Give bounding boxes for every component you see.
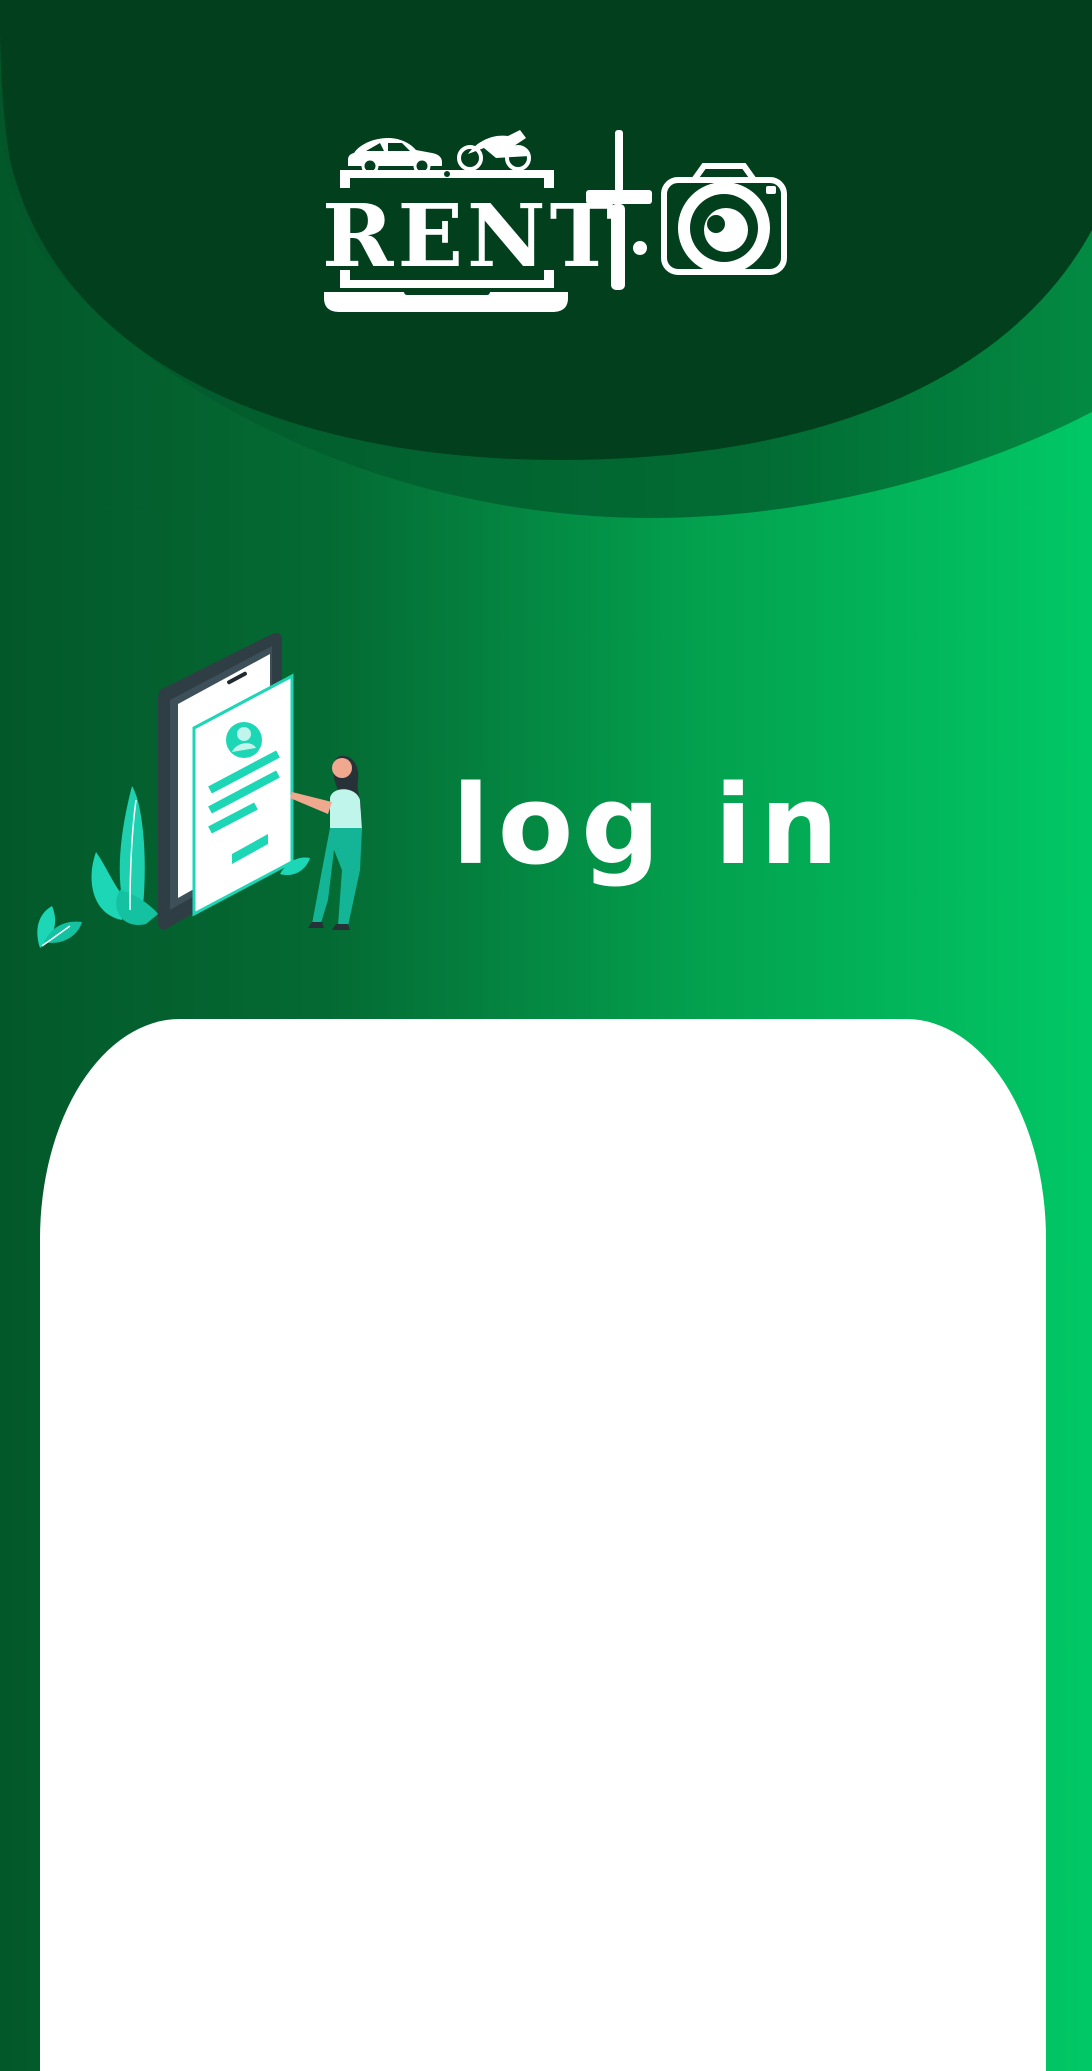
rento-logo: RENT [322, 130, 787, 312]
plant-icon [37, 906, 82, 948]
motorcycle-icon [457, 130, 531, 171]
plant-large-icon [91, 786, 158, 925]
phone-login-illustration [37, 632, 362, 948]
logo-text: RENT [322, 186, 618, 287]
car-icon [348, 138, 442, 175]
camera-icon [661, 163, 787, 275]
login-screen: RENT log in [0, 0, 1092, 2071]
login-form-card [40, 1019, 1046, 2071]
page-title: log in [452, 761, 847, 889]
person-icon [290, 755, 362, 930]
